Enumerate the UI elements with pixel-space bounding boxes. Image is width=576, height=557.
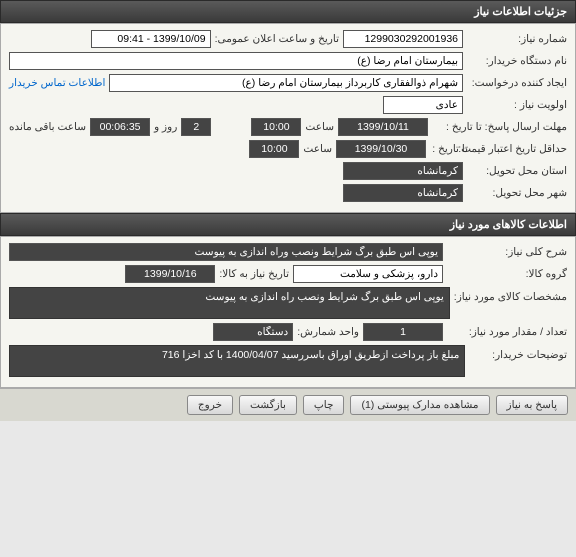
qty-label: تعداد / مقدار مورد نیاز: (447, 326, 567, 338)
deadline-date-field[interactable] (338, 118, 428, 136)
back-button[interactable]: بازگشت (239, 395, 297, 415)
time-label-1: ساعت (305, 121, 334, 133)
desc-label: شرح کلی نیاز: (447, 246, 567, 258)
requester-field[interactable] (109, 74, 463, 92)
priority-label: اولویت نیاز : (467, 99, 567, 111)
attachments-button[interactable]: مشاهده مدارک پیوستی (1) (350, 395, 489, 415)
group-field[interactable] (293, 265, 443, 283)
province-label: استان محل تحویل: (467, 165, 567, 177)
section-header-goods: اطلاعات کالاهای مورد نیاز (0, 213, 576, 236)
credit-date-field[interactable] (336, 140, 426, 158)
province-field[interactable] (343, 162, 463, 180)
days-label: روز و (154, 121, 177, 133)
credit-time-field[interactable] (249, 140, 299, 158)
priority-field[interactable] (383, 96, 463, 114)
to-date-label-2: تا تاریخ : (430, 143, 468, 155)
buyer-label: نام دستگاه خریدار: (467, 55, 567, 67)
exit-button[interactable]: خروج (187, 395, 233, 415)
credit-label: حداقل تاریخ اعتبار قیمت: (472, 143, 567, 155)
city-field[interactable] (343, 184, 463, 202)
need-date-field[interactable] (125, 265, 215, 283)
print-button[interactable]: چاپ (303, 395, 345, 415)
need-number-label: شماره نیاز: (467, 33, 567, 45)
time-label-2: ساعت (303, 143, 332, 155)
announce-field[interactable] (91, 30, 211, 48)
need-number-field[interactable] (343, 30, 463, 48)
qty-field[interactable] (363, 323, 443, 341)
deadline-time-field[interactable] (251, 118, 301, 136)
specs-label: مشخصات کالای مورد نیاز: (454, 287, 567, 303)
need-date-label: تاریخ نیاز به کالا: (219, 268, 289, 280)
days-remaining-field (181, 118, 211, 136)
panel-goods: شرح کلی نیاز: گروه کالا: تاریخ نیاز به ک… (0, 236, 576, 388)
announce-label: تاریخ و ساعت اعلان عمومی: (215, 33, 339, 45)
unit-field[interactable] (213, 323, 293, 341)
requester-label: ایجاد کننده درخواست: (467, 77, 567, 89)
panel-need-details: شماره نیاز: تاریخ و ساعت اعلان عمومی: نا… (0, 23, 576, 213)
countdown-field (90, 118, 150, 136)
buyer-notes-label: توضیحات خریدار: (469, 345, 567, 361)
buyer-field[interactable] (9, 52, 463, 70)
section-header-need-details: جزئیات اطلاعات نیاز (0, 0, 576, 23)
contact-info-link[interactable]: اطلاعات تماس خریدار (9, 77, 105, 89)
remain-label: ساعت باقی مانده (9, 121, 86, 133)
buyer-notes-field[interactable] (9, 345, 465, 377)
city-label: شهر محل تحویل: (467, 187, 567, 199)
specs-field[interactable] (9, 287, 450, 319)
deadline-label: مهلت ارسال پاسخ: تا تاریخ : (432, 121, 567, 133)
button-bar: پاسخ به نیاز مشاهده مدارک پیوستی (1) چاپ… (0, 388, 576, 421)
respond-button[interactable]: پاسخ به نیاز (496, 395, 568, 415)
unit-label: واحد شمارش: (297, 326, 359, 338)
desc-field[interactable] (9, 243, 443, 261)
group-label: گروه کالا: (447, 268, 567, 280)
